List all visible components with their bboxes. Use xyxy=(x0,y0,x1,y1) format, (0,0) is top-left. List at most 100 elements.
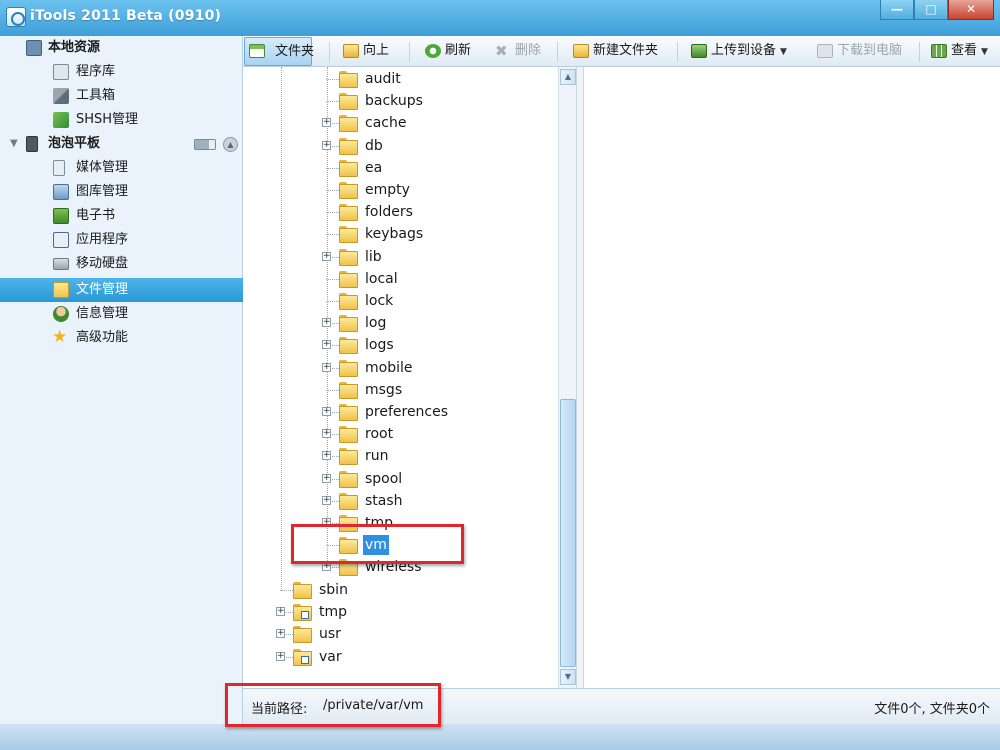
tree-item-label[interactable]: lib xyxy=(365,246,382,268)
upload-to-device-button[interactable]: 上传到设备 ▼ xyxy=(689,40,787,64)
view-button[interactable]: 查看 ▼ xyxy=(929,40,988,64)
sidebar-item-app-library[interactable]: 程序库 xyxy=(0,60,243,84)
sidebar-item-gallery[interactable]: 图库管理 xyxy=(0,180,243,204)
tree-item-label[interactable]: root xyxy=(365,423,393,445)
sidebar-item-shsh[interactable]: SHSH管理 xyxy=(0,108,243,132)
tree-row-preferences[interactable]: + preferences xyxy=(243,401,558,423)
download-to-pc-button[interactable]: 下载到电脑 xyxy=(815,40,902,64)
expand-plus-icon[interactable]: + xyxy=(322,429,331,439)
tree-item-label[interactable]: msgs xyxy=(365,379,402,401)
tree-item-label[interactable]: empty xyxy=(365,179,410,201)
tree-row-cache[interactable]: + cache xyxy=(243,112,558,134)
pane-splitter[interactable] xyxy=(576,67,584,688)
scroll-up-icon[interactable]: ▲ xyxy=(560,69,576,85)
sidebar-item-disk[interactable]: 移动硬盘 xyxy=(0,252,243,276)
tree-row-root[interactable]: + root xyxy=(243,423,558,445)
expand-plus-icon[interactable]: + xyxy=(322,318,331,328)
new-folder-button[interactable]: 新建文件夹 xyxy=(571,40,658,64)
eject-icon[interactable]: ▲ xyxy=(223,137,238,152)
tree-item-label[interactable]: tmp xyxy=(319,601,347,623)
tree-item-label[interactable]: usr xyxy=(319,623,341,645)
tree-row-stash[interactable]: + stash xyxy=(243,490,558,512)
sidebar-item-advanced[interactable]: ★ 高级功能 xyxy=(0,326,243,350)
tree-row-lib[interactable]: + lib xyxy=(243,246,558,268)
file-list-pane[interactable] xyxy=(584,67,1000,688)
tree-scrollbar[interactable]: ▲ ▼ xyxy=(558,67,576,688)
tree-item-label[interactable]: log xyxy=(365,312,386,334)
expand-plus-icon[interactable]: + xyxy=(322,473,331,483)
tree-item-label[interactable]: mobile xyxy=(365,357,412,379)
scroll-down-icon[interactable]: ▼ xyxy=(560,669,576,685)
folder-icon xyxy=(339,159,358,177)
tree-item-label[interactable]: keybags xyxy=(365,223,423,245)
sidebar-item-file-manager[interactable]: 文件管理 xyxy=(0,278,243,302)
minimize-button[interactable]: — xyxy=(880,0,914,20)
scroll-thumb[interactable] xyxy=(560,399,576,667)
folder-view-button[interactable]: 文件夹 xyxy=(244,37,314,66)
dropdown-caret-icon[interactable]: ▼ xyxy=(780,47,787,57)
dropdown-caret-icon[interactable]: ▼ xyxy=(981,47,988,57)
close-button[interactable]: ✕ xyxy=(948,0,994,20)
expand-plus-icon[interactable]: + xyxy=(322,451,331,461)
tree-item-label[interactable]: audit xyxy=(365,68,401,90)
tree-row-lock[interactable]: lock xyxy=(243,290,558,312)
folder-icon xyxy=(293,581,312,599)
tree-row-keybags[interactable]: keybags xyxy=(243,223,558,245)
tree-row-backups[interactable]: backups xyxy=(243,90,558,112)
tree-item-label[interactable]: db xyxy=(365,135,383,157)
sidebar-group-device[interactable]: ▼ 泡泡平板 ▲ xyxy=(0,132,243,156)
tree-item-label[interactable]: sbin xyxy=(319,579,348,601)
sidebar-group-local[interactable]: 本地资源 xyxy=(0,36,243,60)
expand-plus-icon[interactable]: + xyxy=(322,407,331,416)
tree-row-logs[interactable]: + logs xyxy=(243,334,558,356)
tree-item-label[interactable]: cache xyxy=(365,112,406,134)
sidebar-item-apps[interactable]: 应用程序 xyxy=(0,228,243,252)
tree-row-run[interactable]: + run xyxy=(243,445,558,467)
tree-row-ea[interactable]: ea xyxy=(243,157,558,179)
tree-item-label[interactable]: folders xyxy=(365,201,413,223)
tree-row-sbin[interactable]: sbin xyxy=(243,579,558,601)
tree-item-label[interactable]: local xyxy=(365,268,398,290)
tree-item-label[interactable]: spool xyxy=(365,468,402,490)
tree-item-label[interactable]: stash xyxy=(365,490,403,512)
tree-row-folders[interactable]: folders xyxy=(243,201,558,223)
tree-item-label[interactable]: lock xyxy=(365,290,393,312)
tree-row-var[interactable]: + var xyxy=(243,646,558,668)
tree-row-spool[interactable]: + spool xyxy=(243,468,558,490)
refresh-button[interactable]: 刷新 xyxy=(423,40,471,64)
tree-row-local[interactable]: local xyxy=(243,268,558,290)
up-button[interactable]: 向上 xyxy=(341,40,389,64)
tree-row-mobile[interactable]: + mobile xyxy=(243,357,558,379)
tree-item-label[interactable]: run xyxy=(365,445,389,467)
sidebar-item-toolbox[interactable]: 工具箱 xyxy=(0,84,243,108)
sidebar-item-contacts[interactable]: 信息管理 xyxy=(0,302,243,326)
expand-plus-icon[interactable]: + xyxy=(276,651,285,661)
collapse-arrow-icon[interactable]: ▼ xyxy=(10,132,18,156)
maximize-button[interactable]: □ xyxy=(914,0,948,20)
expand-plus-icon[interactable]: + xyxy=(276,606,285,616)
sidebar-item-media[interactable]: 媒体管理 xyxy=(0,156,243,180)
expand-plus-icon[interactable]: + xyxy=(322,495,331,505)
tree-item-label[interactable]: var xyxy=(319,646,342,668)
expand-plus-icon[interactable]: + xyxy=(276,629,285,639)
tree-row-tmp[interactable]: + tmp xyxy=(243,601,558,623)
tree-row-db[interactable]: + db xyxy=(243,135,558,157)
ebook-icon xyxy=(53,208,69,224)
tree-row-empty[interactable]: empty xyxy=(243,179,558,201)
tree-item-label[interactable]: backups xyxy=(365,90,423,112)
expand-plus-icon[interactable]: + xyxy=(322,362,331,372)
tree-row-msgs[interactable]: msgs xyxy=(243,379,558,401)
tree-row-log[interactable]: + log xyxy=(243,312,558,334)
tree-item-label[interactable]: ea xyxy=(365,157,382,179)
tree-item-label[interactable]: logs xyxy=(365,334,394,356)
tree-item-label[interactable]: preferences xyxy=(365,401,448,423)
expand-plus-icon[interactable]: + xyxy=(322,340,331,350)
delete-button[interactable]: ✖ 删除 xyxy=(493,40,541,64)
expand-plus-icon[interactable]: + xyxy=(322,251,331,261)
tree-row-audit[interactable]: audit xyxy=(243,68,558,90)
delete-icon: ✖ xyxy=(495,42,508,60)
sidebar-item-ebook[interactable]: 电子书 xyxy=(0,204,243,228)
expand-plus-icon[interactable]: + xyxy=(322,140,331,150)
tree-row-usr[interactable]: + usr xyxy=(243,623,558,645)
expand-plus-icon[interactable]: + xyxy=(322,118,331,128)
